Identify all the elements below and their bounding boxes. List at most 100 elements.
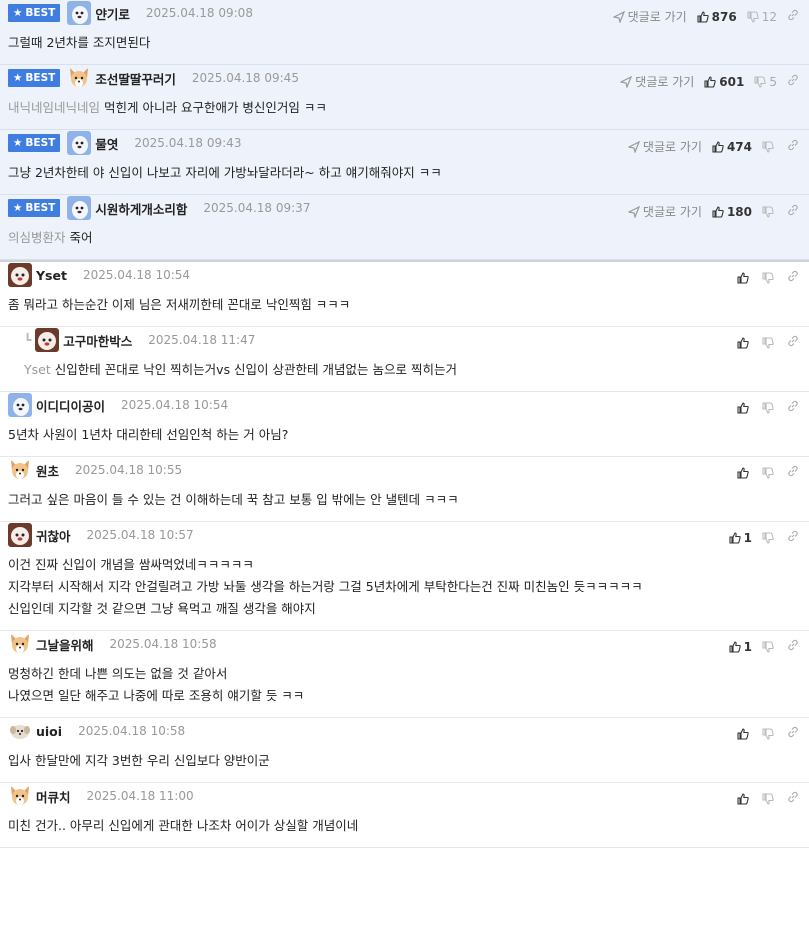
share-link-button[interactable] (787, 270, 799, 285)
nickname[interactable]: 원초 (36, 461, 59, 480)
avatar-blue-icon[interactable] (67, 1, 92, 25)
nickname[interactable]: 머큐치 (36, 787, 71, 806)
dislike-button[interactable] (762, 271, 777, 284)
comment-date: 2025.04.18 10:57 (86, 528, 194, 542)
dislike-button[interactable]: 5 (754, 75, 777, 89)
thumbs-up-icon (712, 140, 724, 153)
avatar-dog-icon[interactable] (67, 66, 91, 90)
share-link-button[interactable] (787, 400, 799, 415)
comment-date: 2025.04.18 10:55 (75, 463, 183, 477)
nickname[interactable]: 고구마한박스 (63, 331, 132, 350)
dislike-button[interactable] (762, 727, 777, 740)
dislike-button[interactable] (762, 531, 777, 544)
thumbs-up-icon (737, 401, 749, 414)
avatar-dog-icon[interactable] (8, 632, 32, 656)
share-link-button[interactable] (787, 74, 799, 89)
goto-comment-button[interactable]: 댓글로 가기 (620, 73, 694, 90)
comment-text: 미친 건가.. 아무리 신입에게 관대한 나조차 어이가 상실할 개념이네 (8, 818, 358, 833)
like-button[interactable] (737, 336, 752, 349)
thumbs-down-icon (762, 140, 774, 153)
share-link-button[interactable] (787, 639, 799, 654)
comment-body: 그럴때 2년차를 조지면된다 (0, 26, 809, 64)
nickname[interactable]: 얀기로 (95, 4, 130, 23)
quoted-user[interactable]: Yset (24, 362, 51, 377)
quoted-user[interactable]: 의심병환자 (8, 230, 66, 245)
goto-comment-button[interactable]: 댓글로 가기 (612, 8, 687, 25)
avatar-blue-icon[interactable] (67, 196, 92, 220)
like-button[interactable]: 474 (712, 140, 752, 154)
nickname[interactable]: 시원하게개소리함 (95, 199, 187, 218)
like-button[interactable]: 1 (729, 531, 752, 545)
dislike-button[interactable] (762, 401, 777, 414)
best-comment-item: ★ BEST 물엿 2025.04.18 09:43 댓글로 가기 474 그냥… (0, 130, 809, 195)
dislike-button[interactable] (762, 640, 777, 653)
comment-text: 멍청하긴 한데 나쁜 의도는 없을 것 같아서 나였으면 일단 해주고 나중에 따… (8, 666, 304, 703)
comment-actions: 댓글로 가기 601 5 (620, 73, 799, 90)
like-button[interactable]: 1 (729, 640, 752, 654)
avatar-blue-icon[interactable] (8, 393, 32, 417)
comment-actions (737, 791, 799, 806)
avatar-poodle-icon[interactable] (8, 263, 32, 287)
like-button[interactable] (737, 727, 752, 740)
dislike-button[interactable] (762, 140, 777, 153)
like-button[interactable]: 180 (712, 205, 752, 219)
share-link-button[interactable] (787, 335, 799, 350)
comment-date: 2025.04.18 10:58 (78, 724, 186, 738)
comment-list: ★ BEST 얀기로 2025.04.18 09:08 댓글로 가기 876 12 (0, 0, 809, 848)
dislike-button[interactable] (762, 205, 777, 218)
like-button[interactable] (737, 271, 752, 284)
nickname[interactable]: 그날을위해 (36, 635, 94, 654)
thumbs-down-icon (762, 205, 774, 218)
share-link-button[interactable] (787, 9, 799, 24)
nickname[interactable]: 귀찮아 (36, 526, 71, 545)
like-button[interactable]: 876 (697, 10, 737, 24)
dislike-button[interactable] (762, 466, 777, 479)
link-icon (788, 530, 798, 542)
comment-body: 5년차 사원이 1년차 대리한테 선임인척 하는 거 아님? (0, 418, 809, 456)
avatar-dog-icon[interactable] (8, 458, 32, 482)
best-badge: ★ BEST (8, 199, 61, 217)
share-link-button[interactable] (787, 726, 799, 741)
comment-actions: 댓글로 가기 876 12 (612, 8, 799, 25)
like-button[interactable] (737, 792, 752, 805)
avatar-dog-icon[interactable] (8, 784, 32, 808)
like-button[interactable] (737, 401, 752, 414)
comment-text: 먹힌게 아니라 요구한애가 병신인거임 ㅋㅋ (104, 100, 327, 115)
goto-comment-button[interactable]: 댓글로 가기 (627, 138, 702, 155)
comment-date: 2025.04.18 09:43 (134, 136, 242, 150)
quoted-user[interactable]: 내닉네임네닉네임 (8, 100, 100, 115)
avatar-puppy-icon[interactable] (8, 719, 32, 743)
avatar-poodle-icon[interactable] (8, 523, 32, 547)
comment-text: 그럴때 2년차를 조지면된다 (8, 35, 150, 50)
goto-comment-button[interactable]: 댓글로 가기 (627, 203, 702, 220)
nickname[interactable]: 조선딸딸꾸러기 (95, 69, 176, 88)
comment-body: 멍청하긴 한데 나쁜 의도는 없을 것 같아서 나였으면 일단 해주고 나중에 따… (0, 657, 809, 717)
dislike-button[interactable] (762, 336, 777, 349)
share-link-button[interactable] (787, 139, 799, 154)
thumbs-down-icon (762, 336, 774, 349)
comment-body: 이건 진짜 신입이 개념을 쌈싸먹었네ㅋㅋㅋㅋㅋ 지각부터 시작해서 지각 안걸릴… (0, 548, 809, 630)
thumbs-up-icon (737, 792, 749, 805)
share-link-button[interactable] (787, 530, 799, 545)
like-button[interactable]: 601 (704, 75, 744, 89)
link-icon (788, 400, 798, 412)
comment-body: Yset 신입한테 꼰대로 낙인 찍히는거vs 신입이 상관한테 개념없는 놈으로… (0, 353, 809, 391)
comment-text-line: 나였으면 일단 해주고 나중에 따로 조용히 얘기할 듯 ㅋㅋ (8, 688, 305, 703)
avatar-blue-icon[interactable] (67, 131, 92, 155)
share-link-button[interactable] (787, 204, 799, 219)
best-comment-item: ★ BEST 시원하게개소리함 2025.04.18 09:37 댓글로 가기 1… (0, 195, 809, 260)
like-button[interactable] (737, 466, 752, 479)
dislike-button[interactable] (762, 792, 777, 805)
nickname[interactable]: 물엿 (95, 134, 118, 153)
dislike-button[interactable]: 12 (747, 10, 777, 24)
share-link-button[interactable] (787, 791, 799, 806)
nickname[interactable]: uioi (36, 724, 62, 739)
best-comment-item: ★ BEST 조선딸딸꾸러기 2025.04.18 09:45 댓글로 가기 60… (0, 65, 809, 130)
best-comment-item: ★ BEST 얀기로 2025.04.18 09:08 댓글로 가기 876 12 (0, 0, 809, 65)
nickname[interactable]: 이디디이공이 (36, 396, 105, 415)
comment-item: 원초 2025.04.18 10:55 그러고 싶은 마음이 들 수 있는 건 … (0, 457, 809, 522)
share-link-button[interactable] (787, 465, 799, 480)
nickname[interactable]: Yset (36, 268, 67, 283)
avatar-poodle-icon[interactable] (35, 328, 60, 352)
comment-text-line: 그럴때 2년차를 조지면된다 (8, 35, 151, 50)
